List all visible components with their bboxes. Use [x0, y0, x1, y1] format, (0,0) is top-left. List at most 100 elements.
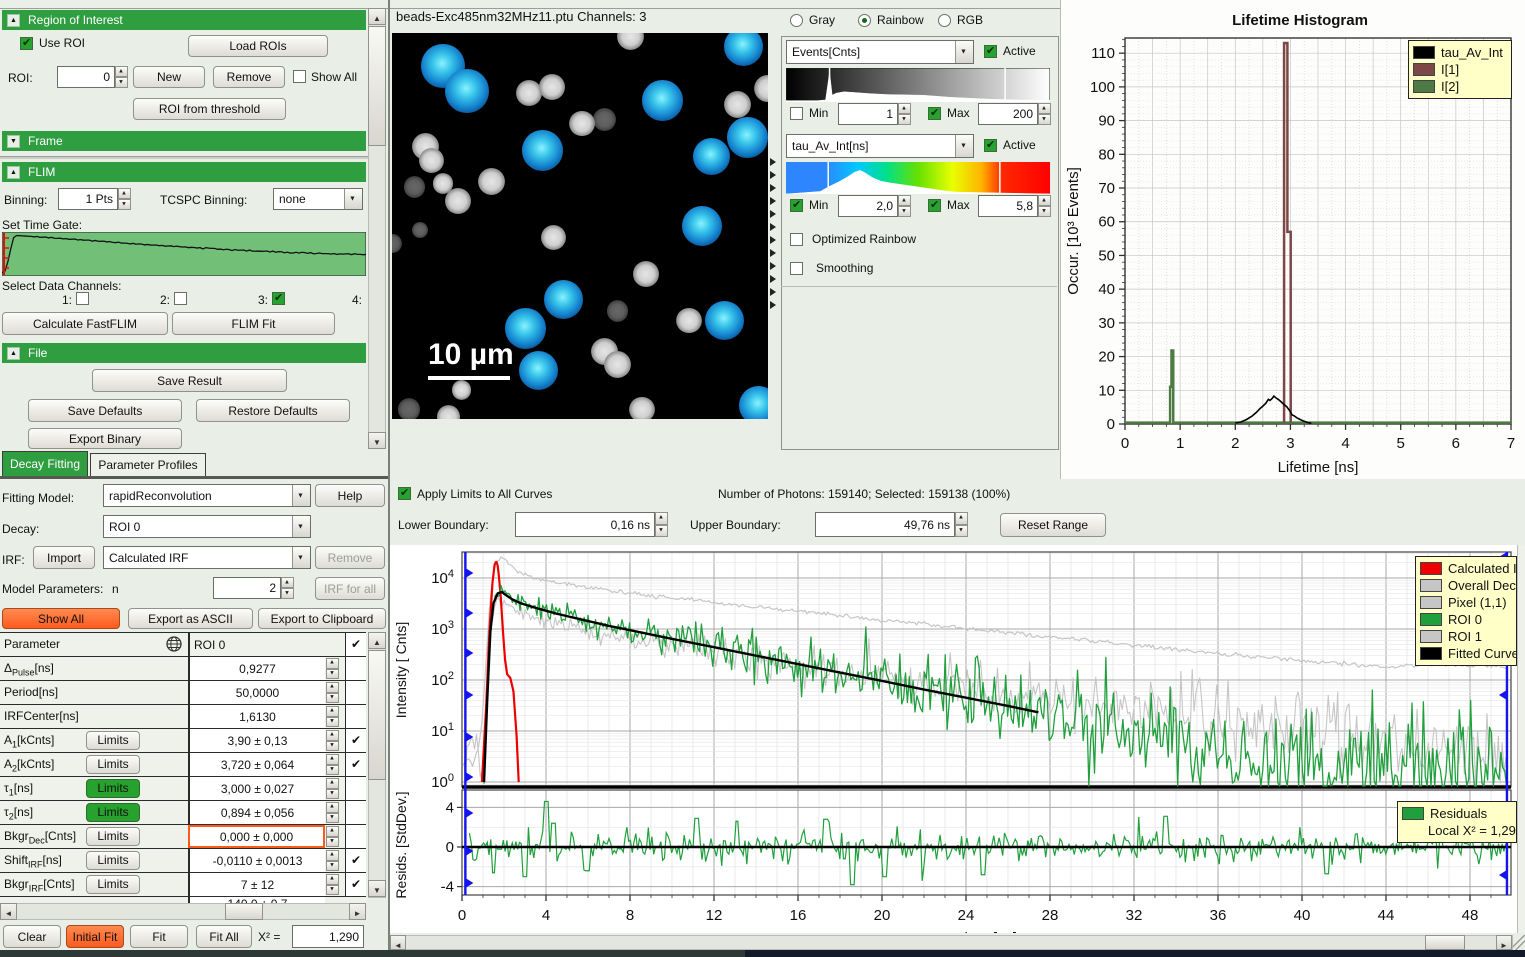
- channel1-min-checkbox[interactable]: [790, 107, 803, 120]
- param-value[interactable]: 50,0000: [188, 681, 325, 704]
- expand-right-icon[interactable]: [770, 197, 776, 205]
- resize-grip-icon[interactable]: [1513, 935, 1525, 950]
- param-check[interactable]: [345, 801, 366, 824]
- plot-hscrollbar-track[interactable]: [390, 935, 1513, 950]
- irf-import-button[interactable]: Import: [33, 546, 95, 569]
- param-spinner[interactable]: [326, 874, 339, 895]
- limits-button[interactable]: Limits: [86, 803, 140, 822]
- channel1-min-field[interactable]: 1: [838, 103, 898, 125]
- export-as-ascii-button[interactable]: Export as ASCII: [128, 608, 253, 629]
- scroll-up-icon[interactable]: [368, 8, 386, 25]
- expand-right-icon[interactable]: [770, 236, 776, 244]
- param-value[interactable]: 0,9277: [188, 657, 325, 680]
- expand-right-icon[interactable]: [770, 210, 776, 218]
- table-hscrollbar-track[interactable]: [0, 903, 366, 920]
- gray-radio[interactable]: [790, 14, 803, 27]
- channel2-dropdown[interactable]: tau_Av_Int[ns]: [786, 134, 974, 158]
- irf-remove-button[interactable]: Remove: [315, 546, 385, 569]
- param-value[interactable]: -0,0110 ± 0,0013: [188, 849, 325, 872]
- export-binary-button[interactable]: Export Binary: [28, 428, 182, 449]
- decay-plot[interactable]: 100101102103104-404048121620242832364044…: [390, 545, 1517, 933]
- param-check[interactable]: [345, 681, 366, 704]
- expand-right-icon[interactable]: [770, 223, 776, 231]
- expand-right-icon[interactable]: [770, 275, 776, 283]
- collapse-up-icon[interactable]: ▲: [7, 166, 20, 179]
- calculate-fastflim-button[interactable]: Calculate FastFLIM: [2, 312, 168, 335]
- section-header-roi[interactable]: ▲ Region of Interest: [2, 10, 366, 30]
- tcspc-binning-dropdown[interactable]: none: [273, 188, 363, 210]
- channel-2-checkbox[interactable]: [174, 292, 187, 305]
- remove-roi-button[interactable]: Remove: [213, 66, 285, 88]
- reset-range-button[interactable]: Reset Range: [1000, 513, 1106, 537]
- scroll-up-icon[interactable]: [368, 632, 386, 649]
- section-header-flim[interactable]: ▲ FLIM: [2, 162, 366, 182]
- collapse-up-icon[interactable]: ▲: [7, 14, 20, 27]
- param-check[interactable]: ✔: [345, 729, 366, 752]
- expand-right-icon[interactable]: [770, 301, 776, 309]
- table-scrollbar-thumb[interactable]: [368, 650, 386, 780]
- smoothing-checkbox[interactable]: [790, 262, 803, 275]
- rainbow-radio[interactable]: [858, 14, 871, 27]
- flim-image[interactable]: 10 µm: [392, 33, 768, 419]
- restore-defaults-button[interactable]: Restore Defaults: [196, 399, 350, 422]
- clear-button[interactable]: Clear: [3, 925, 61, 948]
- collapse-up-icon[interactable]: ▲: [7, 347, 20, 360]
- load-rois-button[interactable]: Load ROIs: [188, 35, 328, 57]
- section-header-frame[interactable]: ▼ Frame: [2, 131, 366, 151]
- chevron-down-icon[interactable]: [955, 135, 973, 157]
- param-check[interactable]: ✔: [345, 753, 366, 776]
- optimized-rainbow-checkbox[interactable]: [790, 233, 803, 246]
- apply-limits-checkbox[interactable]: [398, 487, 411, 500]
- param-spinner[interactable]: [326, 778, 339, 799]
- fitting-model-dropdown[interactable]: rapidReconvolution: [103, 484, 311, 507]
- fit-all-button[interactable]: Fit All: [196, 925, 252, 948]
- limits-button[interactable]: Limits: [86, 731, 140, 750]
- chevron-down-icon[interactable]: [292, 516, 310, 537]
- lifetime-histogram-legend[interactable]: tau_Av_IntI[1]I[2]: [1408, 40, 1512, 99]
- param-check[interactable]: [345, 705, 366, 728]
- param-value[interactable]: 7 ± 12: [188, 873, 325, 896]
- table-hscrollbar-thumb[interactable]: [225, 903, 263, 920]
- save-result-button[interactable]: Save Result: [92, 369, 287, 392]
- param-check[interactable]: [345, 657, 366, 680]
- help-button[interactable]: Help: [315, 484, 385, 507]
- roi-from-threshold-button[interactable]: ROI from threshold: [133, 98, 286, 120]
- table-header-check[interactable]: ✔: [345, 633, 366, 656]
- save-defaults-button[interactable]: Save Defaults: [28, 399, 182, 422]
- left-scrollbar-thumb[interactable]: [368, 26, 386, 146]
- export-to-clipboard-button[interactable]: Export to Clipboard: [258, 608, 386, 629]
- tab-decay-fitting[interactable]: Decay Fitting: [2, 451, 88, 476]
- expand-right-icon[interactable]: [770, 184, 776, 192]
- param-check[interactable]: [345, 777, 366, 800]
- param-spinner[interactable]: [326, 682, 339, 703]
- channel2-active-checkbox[interactable]: [984, 139, 997, 152]
- limits-button[interactable]: Limits: [86, 779, 140, 798]
- decay-legend[interactable]: Calculated IRFOverall DecayPixel (1,1)RO…: [1415, 556, 1517, 666]
- param-spinner[interactable]: [326, 754, 339, 775]
- flim-fit-button[interactable]: FLIM Fit: [172, 312, 335, 335]
- param-value[interactable]: 3,90 ± 0,13: [188, 729, 325, 752]
- use-roi-checkbox[interactable]: [20, 37, 33, 50]
- param-check[interactable]: ✔: [345, 873, 366, 896]
- upper-boundary-spinner[interactable]: [955, 512, 968, 537]
- n-spinner[interactable]: [281, 577, 294, 599]
- scroll-left-icon[interactable]: [0, 903, 17, 920]
- new-roi-button[interactable]: New: [133, 66, 205, 88]
- param-spinner[interactable]: [326, 802, 339, 823]
- channel1-max-spinner[interactable]: [1038, 103, 1051, 125]
- intensity-histogram[interactable]: [786, 68, 1050, 102]
- channel2-min-field[interactable]: 2,0: [838, 195, 898, 217]
- irf-for-all-button[interactable]: IRF for all: [315, 577, 385, 600]
- channel1-max-checkbox[interactable]: [928, 107, 941, 120]
- chevron-down-icon[interactable]: [344, 189, 362, 209]
- collapse-down-icon[interactable]: ▼: [7, 135, 20, 148]
- chevron-down-icon[interactable]: [292, 485, 310, 506]
- channel1-min-spinner[interactable]: [898, 103, 911, 125]
- table-header-column[interactable]: ROI 0: [188, 633, 345, 656]
- section-header-file[interactable]: ▲ File: [2, 343, 366, 363]
- irf-dropdown[interactable]: Calculated IRF: [103, 546, 311, 569]
- channel2-max-field[interactable]: 5,8: [978, 195, 1038, 217]
- tab-parameter-profiles[interactable]: Parameter Profiles: [90, 453, 206, 476]
- limits-button[interactable]: Limits: [86, 755, 140, 774]
- scroll-right-icon[interactable]: [1496, 935, 1512, 950]
